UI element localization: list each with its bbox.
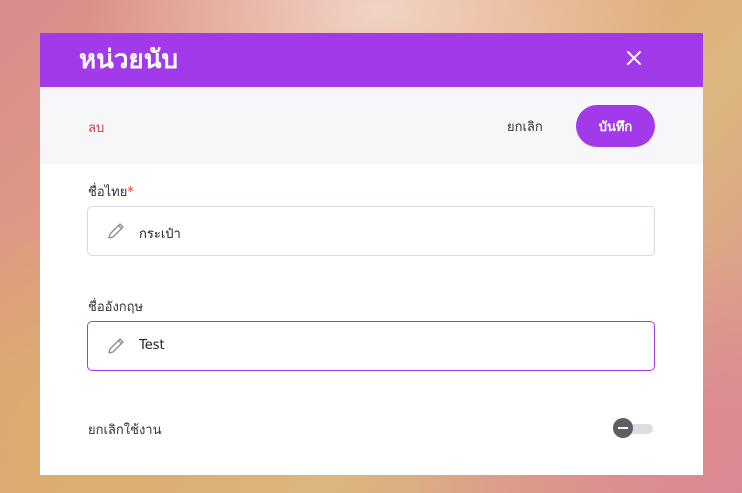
english-name-label: ชื่ออังกฤษ xyxy=(88,300,144,315)
dialog-title: หน่วยนับ xyxy=(79,45,179,75)
dialog-header: หน่วยนับ xyxy=(40,33,703,87)
toggle-knob xyxy=(613,418,633,438)
unit-dialog: หน่วยนับ ลบ ยกเลิก บันทึก ชื่อไทย* กระเป… xyxy=(40,33,703,475)
required-mark: * xyxy=(127,185,134,200)
save-button[interactable]: บันทึก xyxy=(576,105,655,147)
thai-name-label: ชื่อไทย* xyxy=(88,181,134,202)
english-name-field[interactable]: Test xyxy=(87,321,655,371)
disable-toggle-label: ยกเลิกใช้งาน xyxy=(88,423,162,438)
thai-name-label-text: ชื่อไทย xyxy=(88,185,128,200)
dialog-toolbar: ลบ ยกเลิก บันทึก xyxy=(40,87,703,164)
disable-toggle[interactable] xyxy=(613,418,655,438)
thai-name-field[interactable]: กระเป๋า xyxy=(87,206,655,256)
close-icon[interactable] xyxy=(623,47,645,69)
english-name-value: Test xyxy=(139,338,165,353)
pencil-icon xyxy=(106,336,126,356)
thai-name-value: กระเป๋า xyxy=(139,227,181,242)
cancel-button[interactable]: ยกเลิก xyxy=(507,116,543,137)
delete-button[interactable]: ลบ xyxy=(88,117,104,138)
pencil-icon xyxy=(106,221,126,241)
